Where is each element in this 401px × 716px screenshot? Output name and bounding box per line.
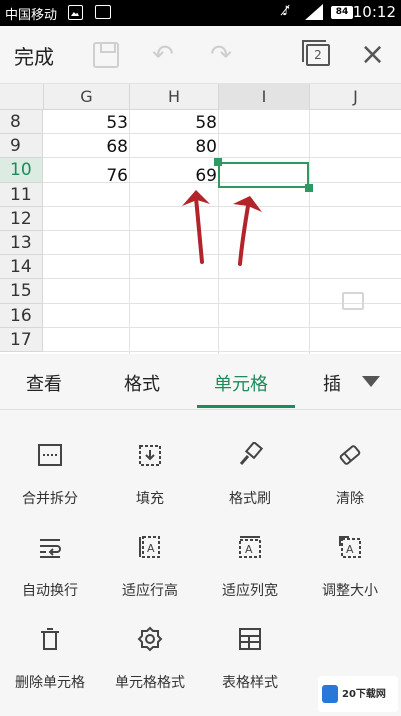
fit-column-width-icon: A bbox=[239, 536, 261, 558]
image-notification-icon bbox=[95, 5, 111, 19]
column-header-i[interactable]: I bbox=[218, 84, 309, 110]
fit-column-width-button[interactable]: A 适应列宽 bbox=[200, 514, 300, 606]
battery-icon: 84 bbox=[331, 6, 353, 19]
table-style-button[interactable]: 表格样式 bbox=[200, 606, 300, 698]
format-brush-icon bbox=[239, 442, 263, 465]
annotation-arrow-left bbox=[194, 196, 204, 264]
row-header-11[interactable]: 11 bbox=[0, 182, 43, 207]
row-header-17[interactable]: 17 bbox=[0, 327, 43, 352]
selection-handle-top-left[interactable] bbox=[214, 158, 222, 166]
delete-cell-icon bbox=[41, 628, 59, 650]
fill-label: 填充 bbox=[136, 491, 164, 507]
close-icon[interactable]: × bbox=[360, 40, 386, 70]
column-header-g[interactable]: G bbox=[43, 84, 129, 110]
tab-view[interactable]: 查看 bbox=[26, 370, 62, 396]
column-header-j[interactable]: J bbox=[309, 84, 401, 110]
watermark-text: 20下载网 bbox=[342, 689, 386, 700]
signal-icon bbox=[305, 4, 323, 20]
wrap-text-icon bbox=[40, 539, 61, 558]
delete-cell-label: 删除单元格 bbox=[15, 675, 85, 691]
clear-button[interactable]: 清除 bbox=[300, 422, 400, 514]
fit-row-height-button[interactable]: A 适应行高 bbox=[100, 514, 200, 606]
cell-g10[interactable]: 76 bbox=[43, 164, 128, 188]
wrap-text-button[interactable]: 自动换行 bbox=[0, 514, 100, 606]
site-watermark: 20下载网 bbox=[318, 676, 398, 712]
row-header-16[interactable]: 16 bbox=[0, 303, 43, 328]
table-style-label: 表格样式 bbox=[222, 675, 278, 691]
fill-icon bbox=[139, 445, 161, 466]
annotation-arrow-right bbox=[238, 204, 250, 266]
save-icon[interactable] bbox=[93, 42, 119, 68]
fit-row-height-label: 适应行高 bbox=[122, 583, 178, 599]
undo-icon[interactable]: ↶ bbox=[150, 42, 176, 68]
merge-split-label: 合并拆分 bbox=[22, 491, 78, 507]
status-bar: 中国移动 ♪̸ 84 10:12 bbox=[0, 0, 401, 26]
cell-g8[interactable]: 53 bbox=[43, 111, 128, 135]
pages-icon[interactable]: 2 bbox=[302, 40, 330, 66]
column-header-bar: G H I J bbox=[0, 84, 401, 110]
cell-format-label: 单元格格式 bbox=[115, 675, 185, 691]
fit-column-width-label: 适应列宽 bbox=[222, 583, 278, 599]
done-button[interactable]: 完成 bbox=[14, 41, 54, 70]
top-toolbar: 完成 ↶ ↷ 2 × bbox=[0, 26, 401, 84]
eraser-icon bbox=[339, 445, 361, 465]
cell-g9[interactable]: 68 bbox=[43, 135, 128, 159]
fill-button[interactable]: 填充 bbox=[100, 422, 200, 514]
merge-split-button[interactable]: 合并拆分 bbox=[0, 422, 100, 514]
column-header-h[interactable]: H bbox=[129, 84, 218, 110]
resize-button[interactable]: A 调整大小 bbox=[300, 514, 400, 606]
watermark-logo-icon bbox=[322, 685, 338, 703]
redo-icon[interactable]: ↷ bbox=[208, 42, 234, 68]
merge-split-icon bbox=[38, 444, 62, 466]
delete-cell-button[interactable]: 删除单元格 bbox=[0, 606, 100, 698]
annotation-arrows bbox=[182, 190, 262, 266]
cell-h9[interactable]: 80 bbox=[129, 135, 217, 159]
svg-text:A: A bbox=[346, 543, 354, 556]
table-row bbox=[43, 328, 401, 352]
bottom-tab-bar: 查看 格式 单元格 插 bbox=[0, 354, 401, 410]
tab-format[interactable]: 格式 bbox=[124, 370, 160, 396]
tab-cell[interactable]: 单元格 bbox=[214, 370, 268, 396]
spreadsheet-grid[interactable]: G H I J 8 9 10 11 12 13 14 15 16 17 53 5… bbox=[0, 84, 401, 354]
format-brush-button[interactable]: 格式刷 bbox=[200, 422, 300, 514]
row-header-8[interactable]: 8 bbox=[0, 110, 43, 135]
wrap-text-label: 自动换行 bbox=[22, 583, 78, 599]
row-header-9[interactable]: 9 bbox=[0, 134, 43, 159]
fit-row-height-icon: A bbox=[139, 536, 160, 558]
table-style-icon bbox=[239, 628, 261, 650]
row-header-13[interactable]: 13 bbox=[0, 231, 43, 256]
clock: 10:12 bbox=[352, 3, 396, 21]
active-tab-indicator bbox=[197, 405, 295, 408]
row-header-14[interactable]: 14 bbox=[0, 255, 43, 280]
cell-h8[interactable]: 58 bbox=[129, 111, 217, 135]
svg-text:A: A bbox=[245, 543, 253, 556]
comment-icon[interactable] bbox=[342, 292, 364, 310]
svg-text:A: A bbox=[147, 542, 155, 555]
row-header-10[interactable]: 10 bbox=[0, 158, 43, 183]
resize-label: 调整大小 bbox=[322, 583, 378, 599]
selection-handle-bottom-right[interactable] bbox=[305, 184, 313, 192]
mute-icon: ♪̸ bbox=[282, 4, 291, 19]
clear-label: 清除 bbox=[336, 491, 364, 507]
notification-icon bbox=[68, 5, 83, 20]
gear-icon bbox=[137, 626, 163, 652]
row-header-12[interactable]: 12 bbox=[0, 206, 43, 231]
cell-format-button[interactable]: 单元格格式 bbox=[100, 606, 200, 698]
row-header-15[interactable]: 15 bbox=[0, 279, 43, 304]
chevron-down-icon[interactable] bbox=[362, 376, 380, 387]
cell-tools-panel: 合并拆分 填充 格式刷 清除 自动换行 A 适应行高 A 适应列宽 A 调整大小… bbox=[0, 410, 401, 716]
format-brush-label: 格式刷 bbox=[229, 491, 271, 507]
resize-icon: A bbox=[339, 536, 361, 558]
corner-cell[interactable] bbox=[0, 84, 43, 110]
carrier-name: 中国移动 bbox=[5, 8, 58, 23]
tab-insert[interactable]: 插 bbox=[323, 370, 341, 396]
